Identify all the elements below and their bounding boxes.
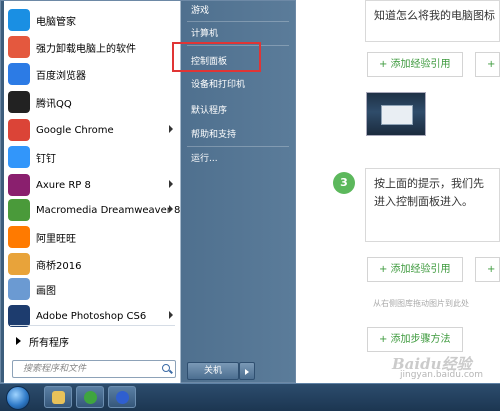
axure-icon [8,174,30,196]
program-label: 强力卸载电脑上的软件 [36,43,136,55]
search-placeholder: 搜索程序和文件 [23,364,87,374]
chrome-icon [8,119,30,141]
shutdown-options-arrow[interactable] [239,362,255,380]
step-text-box[interactable]: 按上面的提示，我们先进入控制面板进入。 [365,168,500,242]
taskbar-media-button[interactable] [76,386,104,408]
program-label: 电脑管家 [36,16,76,28]
right-item-run[interactable]: 运行... [191,151,287,167]
right-item-default-programs[interactable]: 默认程序 [191,103,287,119]
program-item[interactable]: 强力卸载电脑上的软件 [4,34,181,60]
image-drop-hint: 从右侧图库拖动图片到此处 [373,299,469,308]
shield-icon [8,9,30,31]
add-step-button[interactable]: + 添加步骤方法 [367,327,463,352]
all-programs-label: 所有程序 [29,337,69,349]
program-label: 阿里旺旺 [36,233,76,245]
program-item[interactable]: 商桥2016 [4,251,181,277]
right-item-computer[interactable]: 计算机 [191,26,287,42]
program-item[interactable]: Axure RP 8 [4,172,181,198]
watermark-url: jingyan.baidu.com [400,370,484,380]
wangwang-icon [8,226,30,248]
search-programs-input[interactable]: 搜索程序和文件 [12,360,176,378]
taskbar-explorer-button[interactable] [44,386,72,408]
folder-icon [52,391,65,404]
taskbar-baidu-button[interactable] [108,386,136,408]
qq-icon [8,91,30,113]
all-programs-button[interactable]: 所有程序 [4,330,181,352]
question-text-box: 知道怎么将我的电脑图标 [365,0,500,42]
step-text: 按上面的提示，我们先进入控制面板进入。 [374,177,484,208]
photoshop-icon [8,305,30,327]
add-button-partial-2[interactable]: + 添 [475,257,500,282]
step-screenshot-thumbnail[interactable] [366,92,426,136]
submenu-arrow-icon [169,205,173,213]
uninstall-icon [8,36,30,58]
divider [187,146,289,147]
right-item-games[interactable]: 游戏 [191,3,287,19]
divider [10,325,175,326]
program-item[interactable]: 腾讯QQ [4,89,181,115]
shangqiao-icon [8,253,30,275]
program-item[interactable]: 百度浏览器 [4,61,181,87]
divider [187,21,289,22]
step-number-badge: 3 [333,172,355,194]
program-label: Google Chrome [36,124,114,136]
dreamweaver-icon [8,199,30,221]
taskbar [0,383,500,411]
add-experience-button[interactable]: + 添加经验引用 [367,52,463,77]
program-item[interactable]: Macromedia Dreamweaver 8 [4,197,181,223]
shutdown-button[interactable]: 关机 [187,362,239,380]
add-button-partial[interactable]: + 添 [475,52,500,77]
right-item-help-support[interactable]: 帮助和支持 [191,127,287,143]
dingtalk-icon [8,146,30,168]
program-label: Axure RP 8 [36,179,91,191]
right-item-devices-printers[interactable]: 设备和打印机 [191,77,287,93]
program-label: 画图 [36,285,56,297]
start-button[interactable] [6,386,30,410]
search-icon[interactable] [162,364,170,372]
baidu-icon [116,391,129,404]
program-label: 商桥2016 [36,260,82,272]
program-label: 百度浏览器 [36,70,86,82]
submenu-arrow-icon [169,311,173,319]
program-item[interactable]: 电脑管家 [4,7,181,33]
program-item[interactable]: 画图 [4,276,181,302]
submenu-arrow-icon [169,125,173,133]
program-label: Adobe Photoshop CS6 [36,310,147,322]
add-experience-button-2[interactable]: + 添加经验引用 [367,257,463,282]
program-label: 钉钉 [36,153,56,165]
submenu-arrow-icon [169,180,173,188]
control-panel-highlight [172,42,261,72]
triangle-right-icon [16,337,21,345]
program-list-pane: 电脑管家强力卸载电脑上的软件 百度浏览器腾讯QQ Google Chrome 钉钉 Ax… [4,1,181,384]
program-label: 腾讯QQ [36,98,72,110]
media-icon [84,391,97,404]
question-text: 知道怎么将我的电脑图标 [374,9,495,22]
program-item[interactable]: 钉钉 [4,144,181,170]
program-label: Macromedia Dreamweaver 8 [36,204,181,216]
baidu-browser-icon [8,63,30,85]
paint-icon [8,278,30,300]
program-item[interactable]: Google Chrome [4,117,181,143]
program-item[interactable]: 阿里旺旺 [4,224,181,250]
